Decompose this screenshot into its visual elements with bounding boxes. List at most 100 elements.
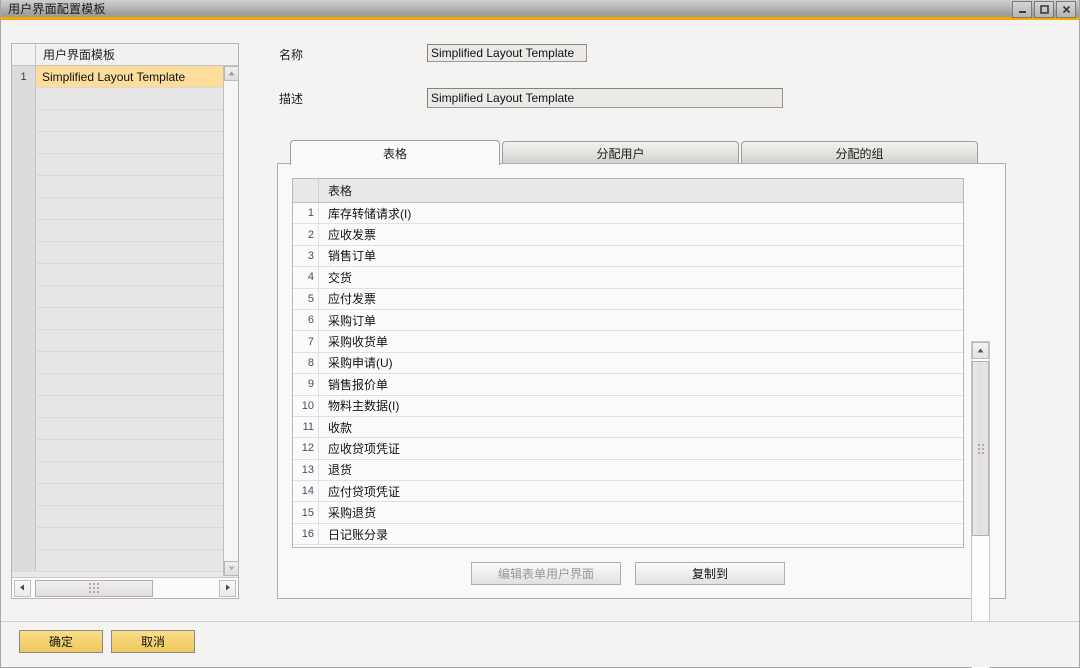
tables-grid: 表格 1 库存转储请求(I) 2 应收发票 3 销售订单 4 交货 5 应付发票 6 采购订单 7 采购收…: [292, 178, 964, 548]
edit-form-ui-button[interactable]: 编辑表单用户界面: [471, 562, 621, 585]
table-row[interactable]: 3 销售订单: [293, 245, 963, 268]
template-list-item-index: [12, 462, 36, 483]
template-list-empty-row[interactable]: [12, 198, 238, 220]
template-list-item-index: [12, 484, 36, 505]
minimize-button[interactable]: [1012, 1, 1032, 18]
template-list-item-index: [12, 110, 36, 131]
template-list-empty-row[interactable]: [12, 154, 238, 176]
table-row[interactable]: 8 采购申请(U): [293, 352, 963, 375]
template-list-item-index: [12, 308, 36, 329]
table-row[interactable]: 1 库存转储请求(I): [293, 203, 963, 225]
template-list-item-index: [12, 330, 36, 351]
tables-grid-rows: 1 库存转储请求(I) 2 应收发票 3 销售订单 4 交货 5 应付发票 6 采购订单 7 采购收货单 8…: [293, 203, 963, 547]
template-list-empty-row[interactable]: [12, 330, 238, 352]
table-row[interactable]: 2 应收发票: [293, 224, 963, 246]
table-row-name: 采购申请(U): [328, 356, 393, 371]
table-row-index: 12: [293, 438, 319, 459]
template-list-empty-row[interactable]: [12, 528, 238, 550]
ok-button[interactable]: 确定: [19, 630, 103, 653]
description-input[interactable]: Simplified Layout Template: [427, 88, 783, 108]
template-list-item-label: [36, 176, 238, 197]
grip-icon: [89, 583, 99, 593]
template-list-item-label: [36, 220, 238, 241]
table-row[interactable]: 5 应付发票: [293, 288, 963, 310]
template-list-item-label: [36, 462, 238, 483]
tables-scroll-thumb[interactable]: [972, 361, 989, 536]
tab-tables[interactable]: 表格: [290, 140, 500, 165]
template-list-empty-row[interactable]: [12, 418, 238, 440]
table-row[interactable]: 15 采购退货: [293, 502, 963, 524]
template-list-item-label: [36, 506, 238, 527]
template-list-item-index: [12, 264, 36, 285]
ui-configuration-template-window: 用户界面配置模板 用户界面模板 1 Simplified Layout Temp…: [0, 0, 1080, 668]
table-row[interactable]: 12 应收贷项凭证: [293, 438, 963, 460]
template-list-item-index: 1: [12, 66, 36, 87]
template-list-item-index: [12, 396, 36, 417]
table-row[interactable]: 14 应付贷项凭证: [293, 481, 963, 503]
template-list-empty-row[interactable]: [12, 176, 238, 198]
template-list-empty-row[interactable]: [12, 220, 238, 242]
table-row-name: 库存转储请求(I): [328, 206, 412, 221]
template-list-item-index: [12, 418, 36, 439]
table-row[interactable]: 10 物料主数据(I): [293, 395, 963, 417]
copy-to-button[interactable]: 复制到: [635, 562, 785, 585]
template-list-empty-row[interactable]: [12, 132, 238, 154]
table-row[interactable]: 16 日记账分录: [293, 523, 963, 546]
template-list-empty-row[interactable]: [12, 352, 238, 374]
maximize-icon: [1039, 4, 1050, 15]
table-row-name: 物料主数据(I): [328, 399, 400, 414]
table-row[interactable]: 11 收款: [293, 416, 963, 439]
template-list-header: 用户界面模板: [12, 44, 238, 66]
template-list-empty-row[interactable]: [12, 374, 238, 396]
template-list-item-index: [12, 374, 36, 395]
scroll-right-button[interactable]: [219, 579, 236, 597]
template-list-horizontal-scrollbar[interactable]: [12, 577, 238, 598]
table-row-index: 1: [293, 203, 319, 224]
template-list-header-index: [12, 44, 36, 65]
table-row-index: 3: [293, 245, 319, 267]
table-row-index: 5: [293, 288, 319, 309]
table-row[interactable]: 7 采购收货单: [293, 331, 963, 353]
template-list-vertical-scrollbar[interactable]: [223, 66, 239, 576]
name-input[interactable]: Simplified Layout Template: [427, 44, 587, 62]
template-list-empty-row[interactable]: [12, 462, 238, 484]
template-list-empty-row[interactable]: [12, 88, 238, 110]
template-list-item-label: [36, 264, 238, 285]
tab-assigned-users[interactable]: 分配用户: [502, 141, 739, 165]
template-list-empty-row[interactable]: [12, 396, 238, 418]
scroll-left-button[interactable]: [14, 579, 31, 597]
template-list-empty-row[interactable]: [12, 110, 238, 132]
tab-strip: 表格 分配用户 分配的组: [290, 140, 1006, 165]
template-list-item-label: [36, 484, 238, 505]
table-row[interactable]: 6 采购订单: [293, 309, 963, 332]
template-list-empty-row[interactable]: [12, 308, 238, 330]
tables-grid-vertical-scrollbar[interactable]: [971, 341, 990, 668]
table-row[interactable]: 4 交货: [293, 267, 963, 289]
scroll-down-button[interactable]: [224, 561, 239, 576]
template-list-item[interactable]: 1 Simplified Layout Template: [12, 66, 238, 88]
template-list-empty-row[interactable]: [12, 550, 238, 572]
cancel-button[interactable]: 取消: [111, 630, 195, 653]
template-list-item-label: [36, 308, 238, 329]
template-list-item-index: [12, 528, 36, 549]
tab-action-buttons: 编辑表单用户界面 复制到: [292, 562, 964, 585]
tables-scroll-up-button[interactable]: [972, 342, 989, 359]
close-button[interactable]: [1056, 1, 1076, 18]
table-row[interactable]: 9 销售报价单: [293, 374, 963, 396]
tab-assigned-groups[interactable]: 分配的组: [741, 141, 978, 165]
template-list-empty-row[interactable]: [12, 440, 238, 462]
maximize-button[interactable]: [1034, 1, 1054, 18]
horizontal-scroll-thumb[interactable]: [35, 579, 153, 597]
dialog-footer: 确定 取消: [1, 621, 1079, 667]
minimize-icon: [1017, 4, 1028, 15]
scroll-up-button[interactable]: [224, 66, 239, 81]
template-list-empty-row[interactable]: [12, 484, 238, 506]
template-list-empty-row[interactable]: [12, 506, 238, 528]
template-list-item-index: [12, 88, 36, 109]
template-list-rows: 1 Simplified Layout Template: [12, 66, 238, 572]
template-list-empty-row[interactable]: [12, 264, 238, 286]
template-list-empty-row[interactable]: [12, 242, 238, 264]
table-row[interactable]: 13 退货: [293, 459, 963, 482]
template-list-item-index: [12, 286, 36, 307]
template-list-empty-row[interactable]: [12, 286, 238, 308]
